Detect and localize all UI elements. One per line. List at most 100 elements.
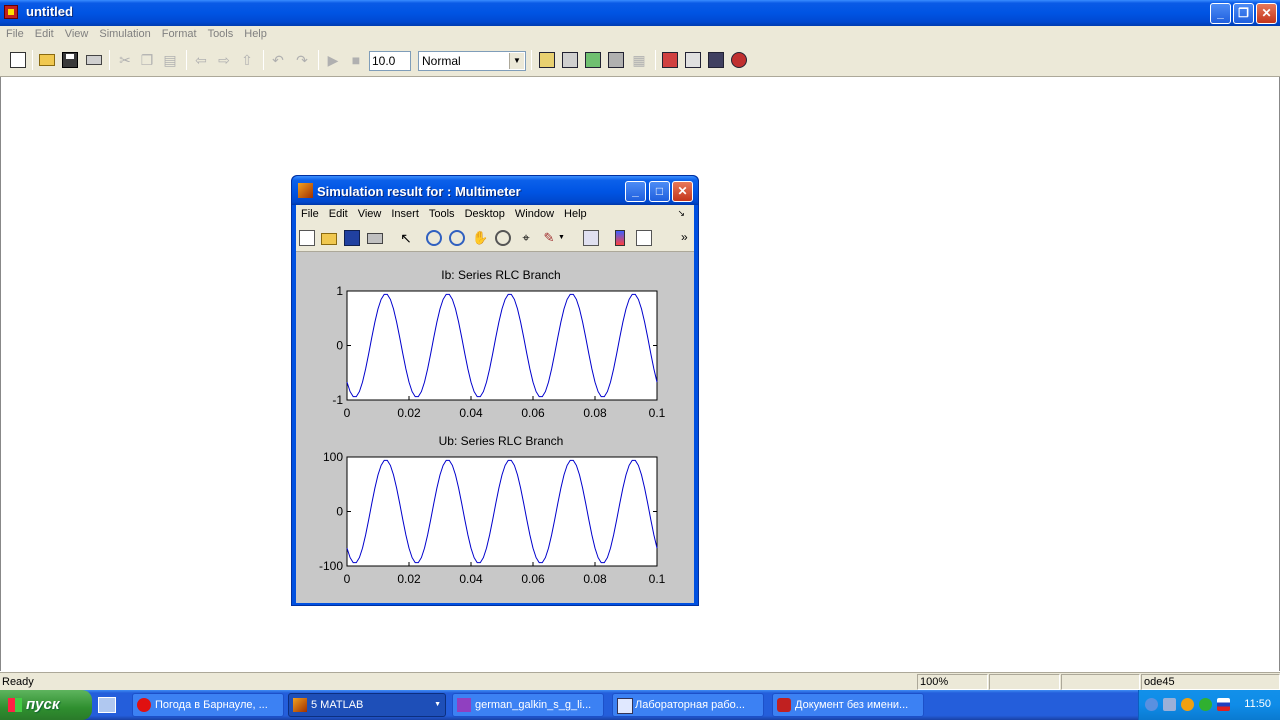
print-icon[interactable] bbox=[86, 55, 102, 65]
up-arrow-icon[interactable]: ⇧ bbox=[239, 52, 255, 68]
figure-body: File Edit View Insert Tools Desktop Window Help… bbox=[296, 205, 694, 603]
axes-ib[interactable]: Ib: Series RLC Branch 0 0.02 0.04 0.06 0.08 0… bbox=[332, 268, 665, 420]
new-figure-icon[interactable] bbox=[299, 230, 315, 246]
print-figure-icon[interactable] bbox=[367, 233, 383, 244]
figure-minimize-button[interactable]: _ bbox=[625, 181, 646, 202]
save-icon[interactable] bbox=[62, 52, 78, 68]
model-explorer-icon[interactable] bbox=[685, 52, 701, 68]
update-icon[interactable] bbox=[1199, 698, 1212, 711]
menu-edit[interactable]: Edit bbox=[29, 26, 59, 40]
reader-icon bbox=[457, 698, 471, 712]
brush-chevron-down-icon[interactable]: ▼ bbox=[558, 230, 566, 246]
task-opera[interactable]: Погода в Барнауле, ... bbox=[132, 693, 284, 717]
matlab-icon[interactable] bbox=[298, 183, 313, 198]
minimize-button[interactable]: _ bbox=[1210, 3, 1231, 24]
main-title-bar[interactable]: untitled _ ❐ ✕ bbox=[0, 0, 1280, 26]
network-signal-icon[interactable] bbox=[1163, 698, 1176, 711]
link-plot-icon[interactable] bbox=[583, 230, 599, 246]
stop-simulation-icon[interactable]: ■ bbox=[348, 52, 364, 68]
clock: 11:50 bbox=[1244, 698, 1271, 710]
menu-help[interactable]: Help bbox=[238, 26, 272, 40]
figure-maximize-button[interactable]: □ bbox=[649, 181, 670, 202]
menu-simulation[interactable]: Simulation bbox=[93, 26, 155, 40]
y-tick-label: 0 bbox=[336, 339, 343, 353]
subsystem-icon[interactable] bbox=[608, 52, 624, 68]
new-model-icon[interactable] bbox=[10, 52, 26, 68]
main-toolbar: ✂ ❐ ▤ ⇦ ⇨ ⇧ ↶ ↷ ▶ ■ ▦ bbox=[0, 45, 1280, 77]
open-file-icon[interactable] bbox=[321, 233, 337, 245]
stop-time-input[interactable] bbox=[369, 51, 411, 71]
rotate-3d-icon[interactable] bbox=[495, 230, 511, 246]
figure-title-bar[interactable]: Simulation result for : Multimeter _ □ ✕ bbox=[292, 176, 698, 205]
update-diagram-icon[interactable] bbox=[562, 52, 578, 68]
chevron-down-icon[interactable]: ▼ bbox=[509, 53, 524, 69]
colorbar-icon[interactable] bbox=[615, 230, 625, 246]
debug-icon[interactable] bbox=[731, 52, 747, 68]
fig-menu-view[interactable]: View bbox=[353, 205, 387, 220]
edit-plot-arrow-icon[interactable]: ↖ bbox=[398, 230, 414, 246]
legend-icon[interactable] bbox=[636, 230, 652, 246]
undo-icon[interactable]: ↶ bbox=[270, 52, 286, 68]
paste-icon[interactable]: ▤ bbox=[162, 52, 178, 68]
task-label: Документ без имени... bbox=[795, 699, 909, 711]
menu-file[interactable]: File bbox=[0, 26, 29, 40]
figure-close-button[interactable]: ✕ bbox=[672, 181, 693, 202]
taskbar: пуск Погода в Барнауле, ... 5 MATLAB ▼ g… bbox=[0, 690, 1280, 720]
task-label: german_galkin_s_g_li... bbox=[475, 699, 592, 711]
task-group-chevron-down-icon[interactable]: ▼ bbox=[434, 694, 441, 716]
zoom-out-icon[interactable] bbox=[449, 230, 465, 246]
restore-button[interactable]: ❐ bbox=[1233, 3, 1254, 24]
fig-menu-insert[interactable]: Insert bbox=[386, 205, 424, 220]
forward-arrow-icon[interactable]: ⇨ bbox=[216, 52, 232, 68]
menu-view[interactable]: View bbox=[59, 26, 94, 40]
fig-menu-desktop[interactable]: Desktop bbox=[460, 205, 510, 220]
disabled-icon[interactable]: ▦ bbox=[631, 52, 647, 68]
figure-plot-area[interactable]: Ib: Series RLC Branch 0 0.02 0.04 0.06 0.08 0… bbox=[296, 252, 694, 603]
x-tick-label: 0.04 bbox=[459, 572, 483, 586]
back-arrow-icon[interactable]: ⇦ bbox=[193, 52, 209, 68]
data-cursor-icon[interactable]: ⌖ bbox=[518, 230, 534, 246]
redo-icon[interactable]: ↷ bbox=[294, 52, 310, 68]
antivirus-icon[interactable] bbox=[1181, 698, 1194, 711]
fig-menu-edit[interactable]: Edit bbox=[324, 205, 353, 220]
cut-icon[interactable]: ✂ bbox=[117, 52, 133, 68]
library-browser-icon[interactable] bbox=[662, 52, 678, 68]
menu-format[interactable]: Format bbox=[156, 26, 202, 40]
axes-ub[interactable]: Ub: Series RLC Branch 0 0.02 0.04 0.06 0.08 0… bbox=[319, 434, 666, 586]
toolbar-overflow-icon[interactable]: » bbox=[681, 230, 697, 246]
task-writer[interactable]: Документ без имени... bbox=[772, 693, 924, 717]
y-tick-label: -1 bbox=[332, 393, 343, 407]
fig-menu-window[interactable]: Window bbox=[510, 205, 559, 220]
open-folder-icon[interactable] bbox=[39, 54, 55, 66]
task-label: 5 MATLAB bbox=[311, 699, 364, 711]
toolbar-separator bbox=[263, 50, 264, 70]
close-button[interactable]: ✕ bbox=[1256, 3, 1277, 24]
simulation-mode-select[interactable]: Normal ▼ bbox=[418, 51, 526, 71]
fig-menu-file[interactable]: File bbox=[296, 205, 324, 220]
x-tick-label: 0 bbox=[344, 406, 351, 420]
menu-tools[interactable]: Tools bbox=[202, 26, 239, 40]
task-pdf[interactable]: german_galkin_s_g_li... bbox=[452, 693, 604, 717]
copy-icon[interactable]: ❐ bbox=[139, 52, 155, 68]
tray-expand-icon[interactable] bbox=[1145, 698, 1158, 711]
build-icon[interactable] bbox=[539, 52, 555, 68]
task-word[interactable]: Лабораторная рабо... bbox=[612, 693, 764, 717]
brush-icon[interactable]: ✎ bbox=[541, 230, 557, 246]
fig-menu-tools[interactable]: Tools bbox=[424, 205, 460, 220]
window-title: untitled bbox=[26, 4, 73, 19]
zoom-in-icon[interactable] bbox=[426, 230, 442, 246]
fig-menu-help[interactable]: Help bbox=[559, 205, 592, 220]
simulink-app-icon[interactable] bbox=[4, 5, 18, 19]
show-desktop-icon[interactable] bbox=[98, 697, 116, 713]
save-figure-icon[interactable] bbox=[344, 230, 360, 246]
dock-arrow-icon[interactable]: ↘ bbox=[672, 205, 690, 219]
figure-window[interactable]: Simulation result for : Multimeter _ □ ✕… bbox=[291, 175, 699, 606]
model-browser-icon[interactable] bbox=[708, 52, 724, 68]
refresh-icon[interactable] bbox=[585, 52, 601, 68]
start-simulation-icon[interactable]: ▶ bbox=[325, 52, 341, 68]
task-matlab[interactable]: 5 MATLAB ▼ bbox=[288, 693, 446, 717]
pan-hand-icon[interactable]: ✋ bbox=[472, 230, 488, 246]
start-button[interactable]: пуск bbox=[0, 690, 92, 720]
x-tick-label: 0.1 bbox=[649, 406, 666, 420]
language-flag-icon[interactable] bbox=[1217, 698, 1230, 711]
